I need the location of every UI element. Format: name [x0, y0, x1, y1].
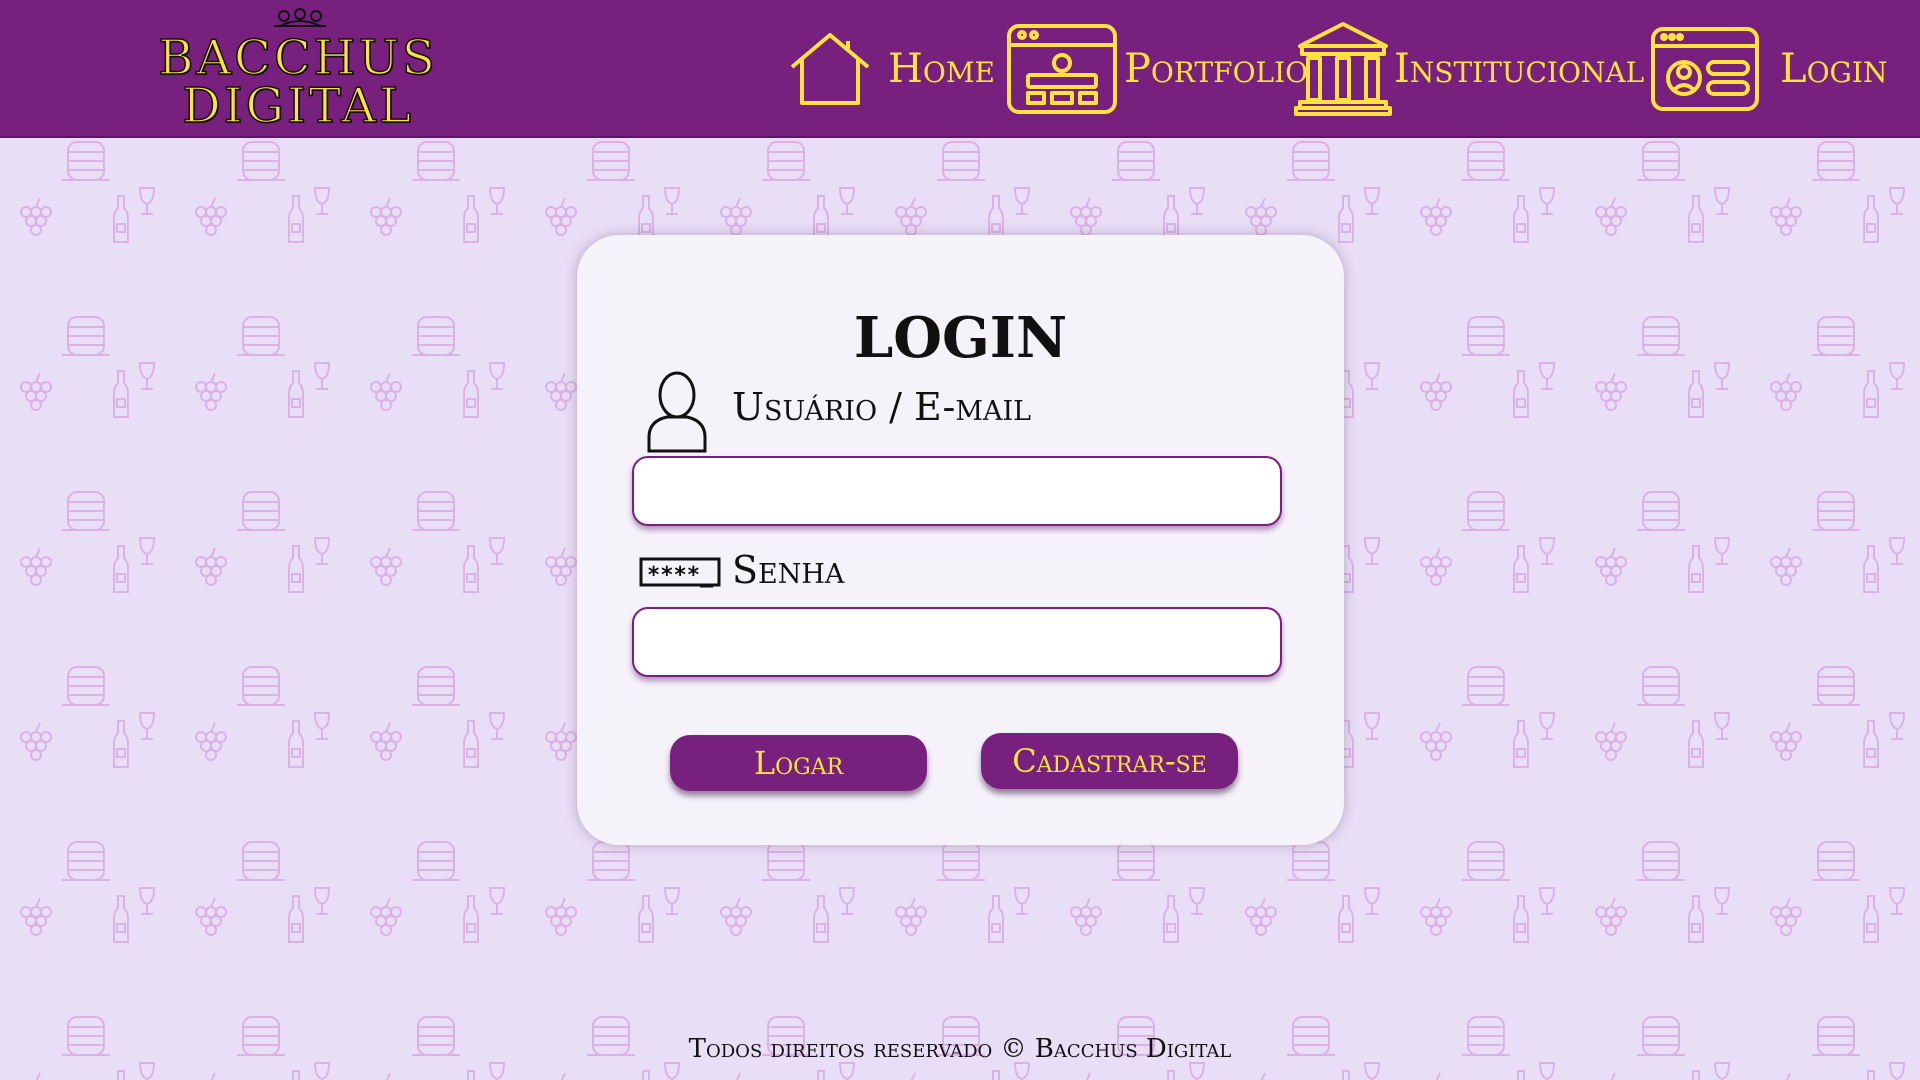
- brand-logo[interactable]: BACCHUS DIGITAL: [157, 6, 438, 134]
- login-title: LOGIN: [853, 305, 1068, 371]
- password-field-label: Senha: [732, 548, 845, 592]
- brand-name-line1: BACCHUS: [157, 30, 438, 86]
- house-icon: [790, 33, 870, 105]
- footer-copyright: Todos direitos reservado © Bacchus Digit…: [688, 1034, 1232, 1064]
- profile-card-icon: [1651, 27, 1759, 111]
- nav-institucional[interactable]: Institucional: [1294, 0, 1644, 138]
- nav-login[interactable]: Login: [1650, 0, 1887, 138]
- building-columns-icon: [1294, 22, 1392, 116]
- register-button[interactable]: Cadastrar-se: [981, 733, 1238, 789]
- nav-login-label: Login: [1780, 46, 1888, 92]
- nav-home[interactable]: Home: [786, 0, 995, 138]
- nav-portfolio-label: Portfolio: [1124, 46, 1309, 92]
- user-email-input[interactable]: [632, 456, 1282, 526]
- login-button[interactable]: Logar: [670, 735, 927, 791]
- password-icon-text: ****_: [647, 563, 714, 588]
- nav-institucional-label: Institucional: [1394, 46, 1645, 92]
- user-icon: [647, 371, 707, 453]
- nav-portfolio[interactable]: Portfolio: [1006, 0, 1308, 138]
- brand-name-line2: DIGITAL: [181, 78, 414, 134]
- browser-window-icon: [1007, 24, 1117, 114]
- password-field-icon: ****_: [639, 557, 721, 588]
- login-card: LOGIN Usuário / E-mail ****_ Senha Logar…: [577, 235, 1344, 845]
- grapes-crest-icon: [274, 8, 326, 27]
- top-header: BACCHUS DIGITAL Home Portfolio Instituci…: [0, 0, 1920, 138]
- user-field-label: Usuário / E-mail: [732, 385, 1032, 429]
- nav-home-label: Home: [888, 46, 995, 92]
- password-input[interactable]: [632, 607, 1282, 677]
